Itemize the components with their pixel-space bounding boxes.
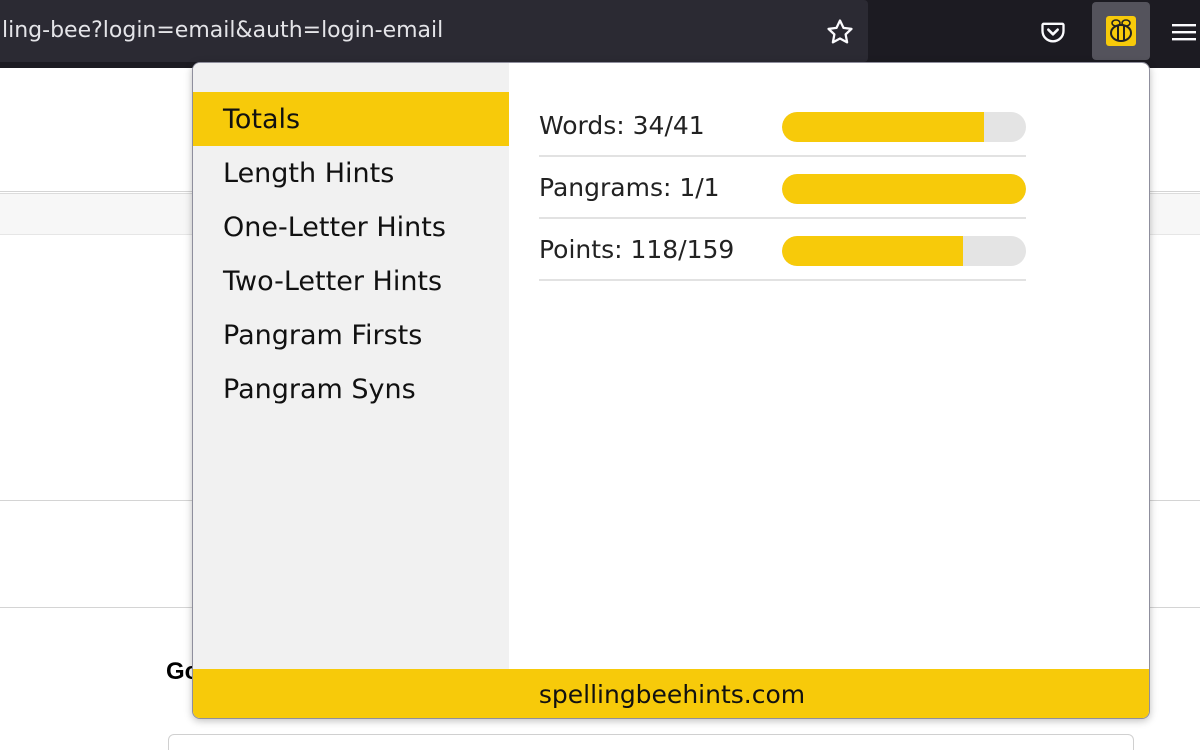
nav-item-length-hints[interactable]: Length Hints xyxy=(193,146,509,200)
extension-popup: Totals Length Hints One-Letter Hints Two… xyxy=(192,62,1150,719)
progress-bar xyxy=(782,112,1026,142)
hint-sidebar: Totals Length Hints One-Letter Hints Two… xyxy=(193,63,509,669)
url-bar[interactable]: ling-bee?login=email&auth=login-email xyxy=(0,0,868,62)
totals-panel: Words: 34/41 Pangrams: 1/1 Points: 118/1… xyxy=(539,95,1026,281)
progress-bar xyxy=(782,174,1026,204)
stat-row-words: Words: 34/41 xyxy=(539,95,1026,157)
stat-label: Points: 118/159 xyxy=(539,234,735,264)
nav-item-pangram-syns[interactable]: Pangram Syns xyxy=(193,362,509,416)
pocket-button[interactable] xyxy=(1033,12,1073,52)
star-icon xyxy=(827,19,853,44)
bookmark-button[interactable] xyxy=(820,12,860,52)
progress-fill xyxy=(782,112,985,142)
progress-bar xyxy=(782,236,1026,266)
url-text[interactable]: ling-bee?login=email&auth=login-email xyxy=(2,18,443,43)
progress-fill xyxy=(782,236,964,266)
nav-item-two-letter-hints[interactable]: Two-Letter Hints xyxy=(193,254,509,308)
stat-label: Pangrams: 1/1 xyxy=(539,172,720,202)
pocket-icon xyxy=(1041,22,1065,43)
browser-toolbar: ling-bee?login=email&auth=login-email xyxy=(0,0,1200,68)
stat-row-points: Points: 118/159 xyxy=(539,219,1026,281)
progress-fill xyxy=(782,174,1026,204)
app-menu-button[interactable] xyxy=(1168,12,1200,52)
spelling-bee-extension-button[interactable] xyxy=(1092,2,1150,60)
stat-label: Words: 34/41 xyxy=(539,110,705,140)
nav-item-totals[interactable]: Totals xyxy=(193,92,509,146)
hamburger-menu-icon xyxy=(1172,24,1196,41)
bee-icon xyxy=(1106,16,1136,46)
nav-item-pangram-firsts[interactable]: Pangram Firsts xyxy=(193,308,509,362)
stat-row-pangrams: Pangrams: 1/1 xyxy=(539,157,1026,219)
page-content-box xyxy=(168,734,1134,750)
footer-link[interactable]: spellingbeehints.com xyxy=(193,669,1149,718)
nav-item-one-letter-hints[interactable]: One-Letter Hints xyxy=(193,200,509,254)
